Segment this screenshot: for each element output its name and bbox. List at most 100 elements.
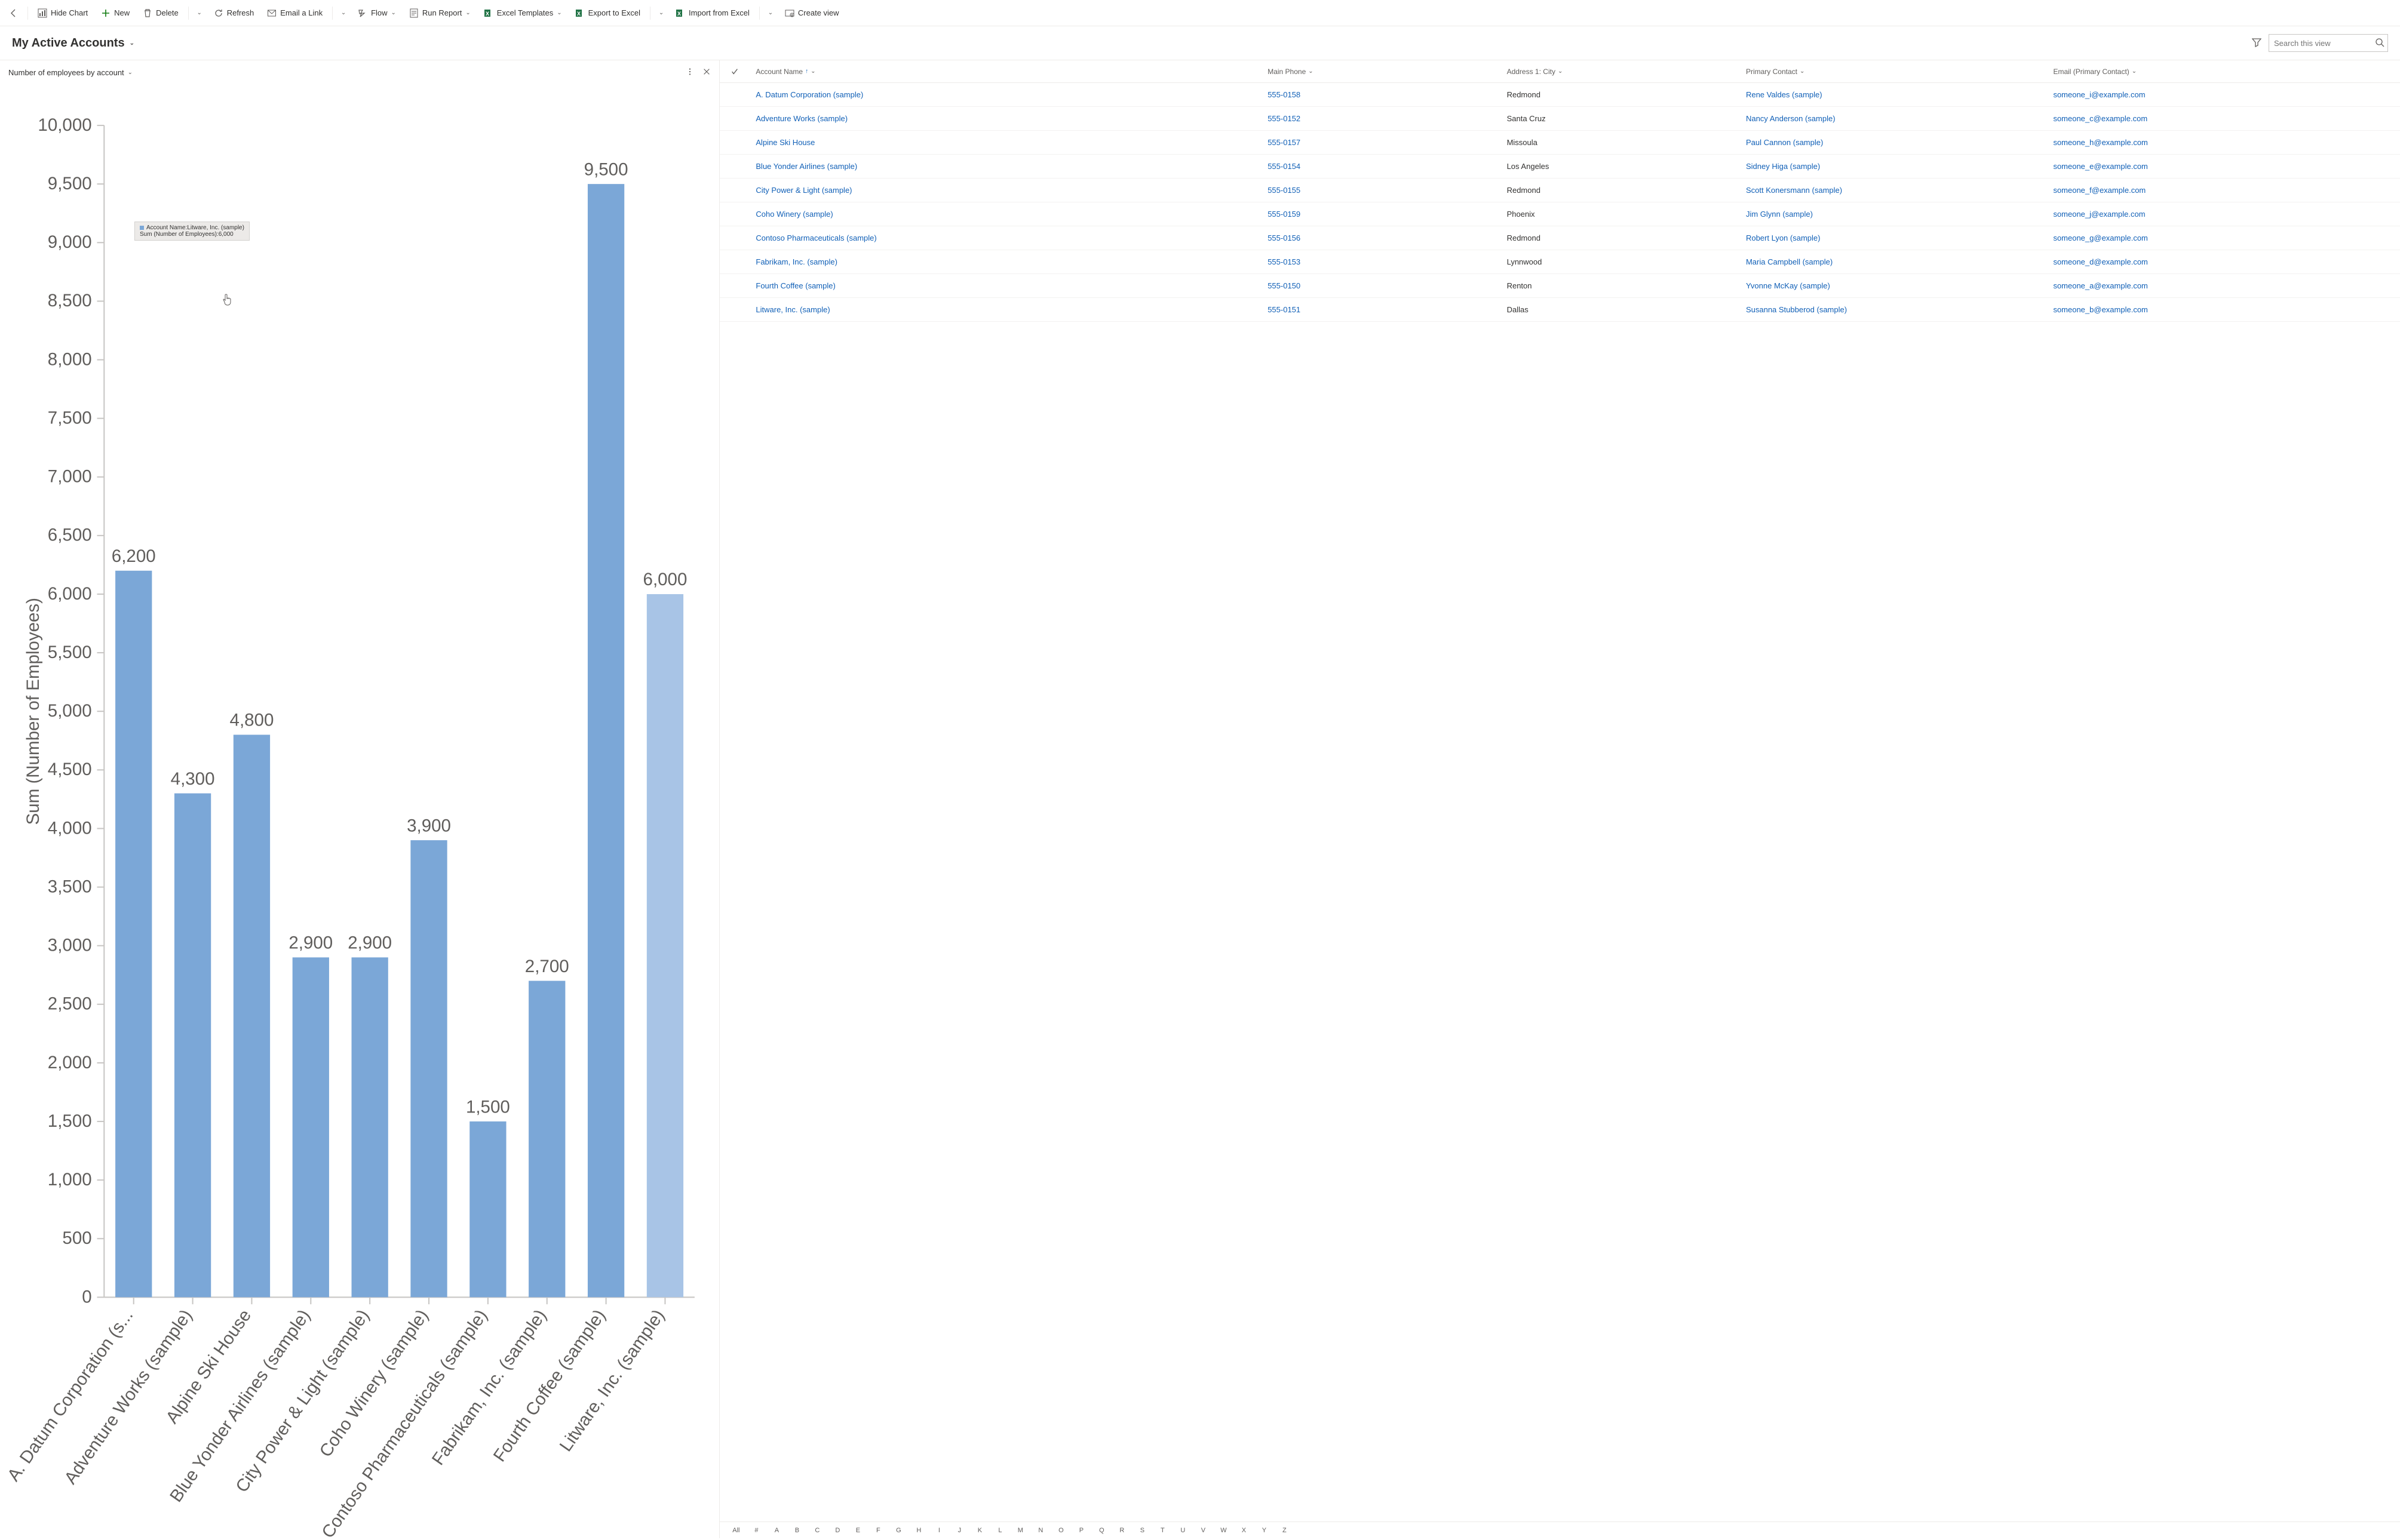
phone-link[interactable]: 555-0150 (1267, 281, 1300, 290)
create-view-button[interactable]: Create view (779, 5, 845, 21)
delete-button[interactable]: Delete (137, 5, 185, 21)
phone-link[interactable]: 555-0153 (1267, 257, 1300, 266)
email-link[interactable]: someone_d@example.com (2053, 257, 2147, 266)
table-row[interactable]: Fabrikam, Inc. (sample) 555-0153 Lynnwoo… (720, 250, 2400, 274)
alpha-filter-s[interactable]: S (1132, 1527, 1152, 1534)
excel-templates-button[interactable]: X Excel Templates ⌄ (478, 5, 568, 21)
alpha-filter-j[interactable]: J (949, 1527, 969, 1534)
table-row[interactable]: Coho Winery (sample) 555-0159 Phoenix Ji… (720, 202, 2400, 226)
chart-bar[interactable] (115, 571, 152, 1298)
account-name-link[interactable]: A. Datum Corporation (sample) (756, 90, 863, 99)
alpha-filter-m[interactable]: M (1010, 1527, 1030, 1534)
contact-link[interactable]: Jim Glynn (sample) (1746, 210, 1813, 219)
phone-link[interactable]: 555-0155 (1267, 186, 1300, 195)
table-row[interactable]: A. Datum Corporation (sample) 555-0158 R… (720, 83, 2400, 107)
contact-link[interactable]: Yvonne McKay (sample) (1746, 281, 1830, 290)
column-header-contact[interactable]: Primary Contact ⌄ (1740, 67, 2047, 76)
view-title-dropdown[interactable]: My Active Accounts ⌄ (12, 36, 134, 50)
email-link[interactable]: someone_f@example.com (2053, 186, 2146, 195)
table-row[interactable]: Blue Yonder Airlines (sample) 555-0154 L… (720, 155, 2400, 179)
alpha-filter-#[interactable]: # (746, 1527, 766, 1534)
contact-link[interactable]: Nancy Anderson (sample) (1746, 114, 1836, 123)
alpha-filter-l[interactable]: L (990, 1527, 1010, 1534)
alpha-filter-p[interactable]: P (1071, 1527, 1091, 1534)
alpha-filter-i[interactable]: I (929, 1527, 949, 1534)
chart-bar[interactable] (529, 981, 565, 1298)
run-report-button[interactable]: Run Report ⌄ (403, 5, 477, 21)
chart-title-dropdown[interactable]: Number of employees by account ⌄ (8, 68, 133, 77)
table-row[interactable]: Contoso Pharmaceuticals (sample) 555-015… (720, 226, 2400, 250)
contact-link[interactable]: Susanna Stubberod (sample) (1746, 305, 1847, 314)
contact-link[interactable]: Rene Valdes (sample) (1746, 90, 1822, 99)
alpha-filter-all[interactable]: All (726, 1527, 746, 1534)
account-name-link[interactable]: Coho Winery (sample) (756, 210, 833, 219)
chart-bar[interactable] (293, 957, 329, 1297)
table-row[interactable]: City Power & Light (sample) 555-0155 Red… (720, 179, 2400, 202)
table-row[interactable]: Litware, Inc. (sample) 555-0151 Dallas S… (720, 298, 2400, 322)
chart-close-button[interactable] (702, 67, 711, 78)
alpha-filter-x[interactable]: X (1233, 1527, 1254, 1534)
chart-bar[interactable] (647, 594, 683, 1297)
alpha-filter-w[interactable]: W (1213, 1527, 1233, 1534)
table-row[interactable]: Adventure Works (sample) 555-0152 Santa … (720, 107, 2400, 131)
alpha-filter-g[interactable]: G (888, 1527, 909, 1534)
delete-chevron[interactable]: ⌄ (192, 10, 207, 16)
alpha-filter-a[interactable]: A (766, 1527, 787, 1534)
email-link[interactable]: someone_g@example.com (2053, 233, 2147, 242)
contact-link[interactable]: Robert Lyon (sample) (1746, 233, 1821, 242)
email-link[interactable]: someone_b@example.com (2053, 305, 2147, 314)
account-name-link[interactable]: Fabrikam, Inc. (sample) (756, 257, 837, 266)
alpha-filter-d[interactable]: D (827, 1527, 848, 1534)
chart-bar[interactable] (174, 794, 211, 1298)
chart-bar[interactable] (588, 184, 624, 1297)
export-excel-chevron[interactable]: ⌄ (654, 10, 668, 16)
alpha-filter-t[interactable]: T (1152, 1527, 1173, 1534)
account-name-link[interactable]: Contoso Pharmaceuticals (sample) (756, 233, 876, 242)
phone-link[interactable]: 555-0154 (1267, 162, 1300, 171)
account-name-link[interactable]: Fourth Coffee (sample) (756, 281, 835, 290)
phone-link[interactable]: 555-0151 (1267, 305, 1300, 314)
phone-link[interactable]: 555-0156 (1267, 233, 1300, 242)
alpha-filter-k[interactable]: K (969, 1527, 990, 1534)
contact-link[interactable]: Maria Campbell (sample) (1746, 257, 1833, 266)
alpha-filter-e[interactable]: E (848, 1527, 868, 1534)
alpha-filter-f[interactable]: F (868, 1527, 888, 1534)
new-button[interactable]: New (95, 5, 136, 21)
account-name-link[interactable]: City Power & Light (sample) (756, 186, 852, 195)
hide-chart-button[interactable]: Hide Chart (32, 5, 94, 21)
table-row[interactable]: Alpine Ski House 555-0157 Missoula Paul … (720, 131, 2400, 155)
account-name-link[interactable]: Blue Yonder Airlines (sample) (756, 162, 857, 171)
email-link[interactable]: someone_h@example.com (2053, 138, 2147, 147)
alpha-filter-c[interactable]: C (807, 1527, 827, 1534)
table-row[interactable]: Fourth Coffee (sample) 555-0150 Renton Y… (720, 274, 2400, 298)
chart-bar[interactable] (410, 840, 447, 1297)
email-link[interactable]: someone_e@example.com (2053, 162, 2147, 171)
chart-bar[interactable] (469, 1121, 506, 1297)
account-name-link[interactable]: Alpine Ski House (756, 138, 815, 147)
phone-link[interactable]: 555-0158 (1267, 90, 1300, 99)
alpha-filter-u[interactable]: U (1173, 1527, 1193, 1534)
alpha-filter-n[interactable]: N (1030, 1527, 1051, 1534)
export-excel-button[interactable]: X Export to Excel (569, 5, 646, 21)
column-header-account-name[interactable]: Account Name ↑ ⌄ (750, 67, 1262, 76)
import-excel-chevron[interactable]: ⌄ (763, 10, 778, 16)
contact-link[interactable]: Scott Konersmann (sample) (1746, 186, 1842, 195)
account-name-link[interactable]: Litware, Inc. (sample) (756, 305, 830, 314)
email-link[interactable]: someone_c@example.com (2053, 114, 2147, 123)
chart-bar[interactable] (234, 734, 270, 1297)
alpha-filter-b[interactable]: B (787, 1527, 807, 1534)
email-link-button[interactable]: Email a Link (261, 5, 329, 21)
email-link[interactable]: someone_a@example.com (2053, 281, 2147, 290)
import-excel-button[interactable]: X Import from Excel (670, 5, 756, 21)
alpha-filter-q[interactable]: Q (1091, 1527, 1112, 1534)
contact-link[interactable]: Sidney Higa (sample) (1746, 162, 1820, 171)
alpha-filter-z[interactable]: Z (1274, 1527, 1294, 1534)
email-link[interactable]: someone_j@example.com (2053, 210, 2145, 219)
email-link[interactable]: someone_i@example.com (2053, 90, 2145, 99)
alpha-filter-o[interactable]: O (1051, 1527, 1071, 1534)
phone-link[interactable]: 555-0152 (1267, 114, 1300, 123)
alpha-filter-r[interactable]: R (1112, 1527, 1132, 1534)
alpha-filter-y[interactable]: Y (1254, 1527, 1274, 1534)
chart-more-button[interactable] (686, 67, 694, 78)
alpha-filter-h[interactable]: H (909, 1527, 929, 1534)
